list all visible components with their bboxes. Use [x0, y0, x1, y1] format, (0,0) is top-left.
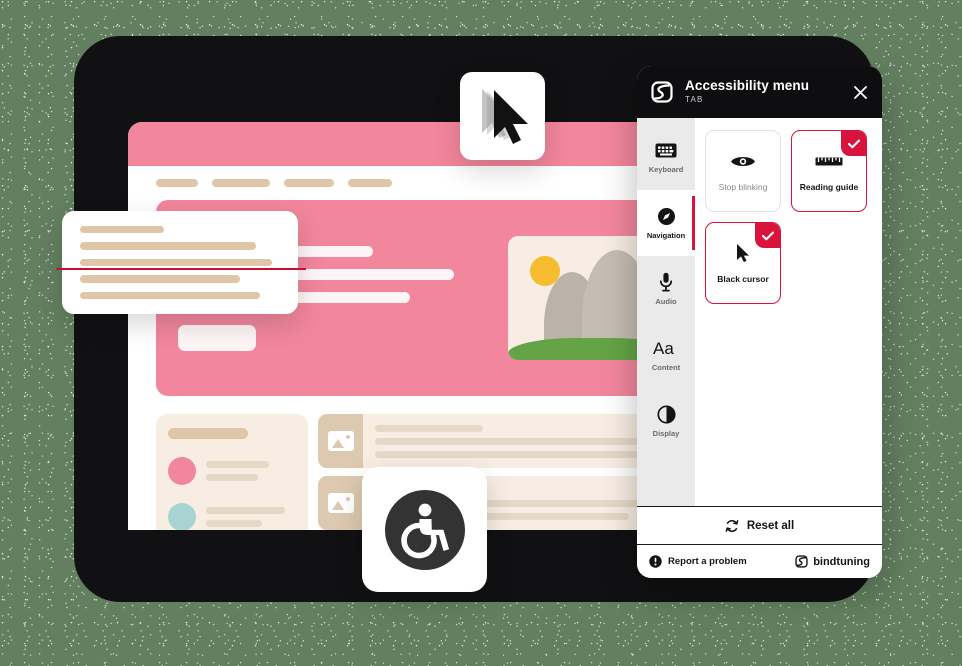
- checkmark-icon: [761, 231, 774, 240]
- svg-text:Aa: Aa: [653, 339, 674, 357]
- nav-link-placeholder[interactable]: [212, 179, 270, 187]
- nav-link-placeholder[interactable]: [284, 179, 334, 187]
- bindtuning-logo-icon: [795, 555, 808, 568]
- reading-guide-preview-card: [62, 211, 298, 314]
- sidebar-item-keyboard[interactable]: Keyboard: [637, 124, 695, 190]
- panel-footer: Report a problem bindtuning: [637, 544, 882, 578]
- reset-all-button[interactable]: Reset all: [637, 506, 882, 544]
- sidebar-item-display[interactable]: Display: [637, 388, 695, 454]
- mockup-person-lines: [206, 507, 296, 527]
- nav-link-placeholder[interactable]: [156, 179, 198, 187]
- text-placeholder-bar: [375, 424, 483, 432]
- feature-card-reading-guide[interactable]: Reading guide: [791, 130, 867, 212]
- bindtuning-logo-icon: [651, 81, 673, 103]
- feature-card-black-cursor[interactable]: Black cursor: [705, 222, 781, 304]
- panel-subtitle: TAB: [685, 95, 704, 105]
- avatar: [168, 503, 196, 530]
- text-placeholder-bar: [206, 461, 269, 468]
- sidebar-item-audio[interactable]: Audio: [637, 256, 695, 322]
- sidebar-item-label: Navigation: [646, 231, 686, 240]
- panel-body: Keyboard Navigation Audio Aa Content Dis…: [637, 118, 882, 506]
- feature-card-label: Black cursor: [717, 273, 769, 284]
- image-placeholder-icon: [318, 476, 363, 530]
- status-badge: [841, 131, 866, 156]
- info-icon: [649, 555, 662, 568]
- category-rail: Keyboard Navigation Audio Aa Content Dis…: [637, 118, 695, 506]
- microphone-icon: [659, 272, 673, 292]
- eye-icon: [730, 151, 756, 173]
- sidebar-item-label: Audio: [655, 297, 677, 306]
- text-placeholder-bar: [375, 437, 667, 445]
- reading-guide-line: [56, 268, 306, 270]
- keyboard-icon: [655, 140, 677, 160]
- compass-icon: [657, 206, 676, 226]
- text-size-icon: Aa: [653, 338, 679, 358]
- text-placeholder-bar: [80, 242, 256, 250]
- feature-card-grid: Stop blinking Reading guide Black cursor: [695, 118, 882, 506]
- accessibility-menu-panel: Accessibility menu TAB Keyboard Navigati…: [637, 66, 882, 578]
- accessibility-badge-card: [362, 467, 487, 592]
- black-cursor-icon: [481, 89, 528, 144]
- list-item[interactable]: [168, 457, 296, 485]
- text-placeholder-bar: [80, 291, 260, 300]
- mockup-person-lines: [206, 461, 296, 481]
- report-problem-button[interactable]: Report a problem: [649, 555, 747, 568]
- text-placeholder-bar: [206, 507, 286, 514]
- nav-link-placeholder[interactable]: [348, 179, 392, 187]
- mockup-hero-button[interactable]: [178, 324, 256, 351]
- text-placeholder-bar: [375, 450, 654, 458]
- text-placeholder-bar: [206, 520, 262, 527]
- panel-title-group: Accessibility menu TAB: [685, 78, 840, 105]
- sidebar-item-label: Keyboard: [648, 165, 684, 174]
- avatar: [168, 457, 196, 485]
- close-button[interactable]: [850, 82, 870, 102]
- image-placeholder-icon: [318, 414, 363, 468]
- contrast-icon: [656, 404, 676, 424]
- feature-card-label: Stop blinking: [718, 181, 768, 192]
- sidebar-item-label: Content: [651, 363, 681, 372]
- panel-header: Accessibility menu TAB: [637, 66, 882, 118]
- text-placeholder-bar: [80, 275, 240, 283]
- feature-card-stop-blinking[interactable]: Stop blinking: [705, 130, 781, 212]
- wheelchair-accessibility-icon: [384, 489, 465, 570]
- brand-logo: bindtuning: [794, 554, 870, 569]
- sidebar-item-content[interactable]: Aa Content: [637, 322, 695, 388]
- mockup-people-card: [156, 414, 308, 530]
- page-title: Accessibility menu: [685, 78, 810, 94]
- text-placeholder-bar: [206, 474, 259, 481]
- text-placeholder-bar: [168, 428, 248, 439]
- close-icon: [853, 85, 867, 99]
- brand-label: bindtuning: [813, 555, 870, 568]
- sidebar-item-navigation[interactable]: Navigation: [637, 190, 695, 256]
- ruler-icon: [815, 151, 843, 173]
- status-badge: [755, 223, 780, 248]
- cursor-icon: [735, 243, 751, 265]
- text-placeholder-bar: [80, 226, 164, 234]
- refresh-icon: [725, 519, 739, 532]
- list-item[interactable]: [168, 503, 296, 530]
- checkmark-icon: [847, 139, 860, 148]
- text-placeholder-bar: [80, 258, 272, 267]
- black-cursor-preview-card: [460, 72, 545, 160]
- sidebar-item-label: Display: [652, 429, 680, 438]
- reset-all-label: Reset all: [746, 519, 795, 532]
- feature-card-label: Reading guide: [799, 181, 859, 192]
- report-problem-label: Report a problem: [668, 556, 747, 567]
